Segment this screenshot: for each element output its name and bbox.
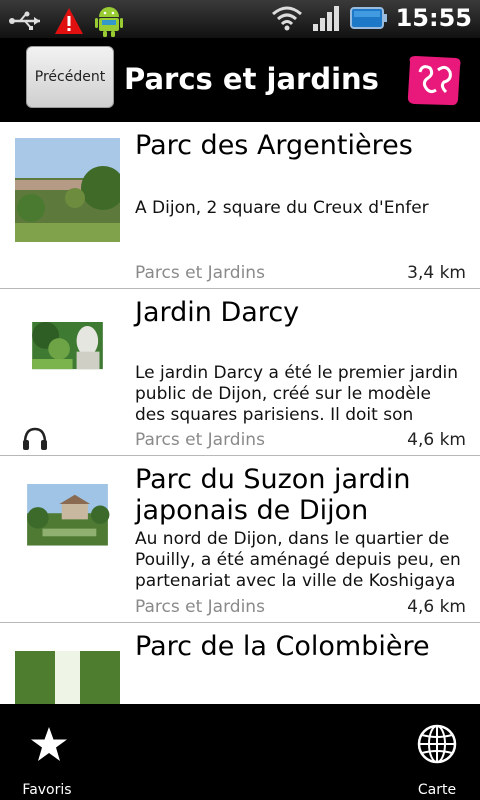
globe-icon <box>417 724 457 764</box>
list-item[interactable]: Jardin Darcy Le jardin Darcy a été le pr… <box>0 289 480 456</box>
place-thumbnail <box>32 322 103 370</box>
battery-icon <box>349 7 387 29</box>
back-button[interactable]: Précédent <box>26 46 114 108</box>
signal-icon <box>312 6 339 31</box>
status-time: 15:55 <box>395 4 472 32</box>
item-category: Parcs et Jardins <box>135 430 265 450</box>
item-distance: 4,6 km <box>407 597 466 617</box>
place-thumbnail <box>27 484 110 546</box>
item-title: Parc de la Colombière <box>135 631 430 662</box>
places-list[interactable]: Parc des Argentières A Dijon, 2 square d… <box>0 122 480 704</box>
bottom-bar: Favoris Carte <box>0 704 480 800</box>
item-title: Parc des Argentières <box>135 130 413 161</box>
item-description: Au nord de Dijon, dans le quartier de Po… <box>135 529 461 591</box>
item-category: Parcs et Jardins <box>135 597 265 617</box>
app-logo-icon[interactable] <box>404 52 464 108</box>
item-distance: 3,4 km <box>407 263 466 283</box>
list-item[interactable]: Parc du Suzon jardin japonais de Dijon A… <box>0 456 480 623</box>
place-thumbnail <box>15 138 120 242</box>
item-distance: 4,6 km <box>407 430 466 450</box>
map-button[interactable]: Carte <box>382 704 480 800</box>
map-label: Carte <box>417 782 457 798</box>
warning-icon <box>55 8 83 34</box>
item-description: Le jardin Darcy a été le premier jardin … <box>135 363 459 425</box>
item-title: Parc du Suzon jardin japonais de Dijon <box>135 464 411 526</box>
page-title: Parcs et jardins <box>124 62 379 96</box>
favorites-label: Favoris <box>22 782 72 798</box>
star-icon <box>31 727 67 761</box>
item-category: Parcs et Jardins <box>135 263 265 283</box>
item-description: A Dijon, 2 square du Creux d'Enfer <box>135 198 429 218</box>
android-icon <box>95 7 123 37</box>
favorites-button[interactable]: Favoris <box>0 704 102 800</box>
item-title: Jardin Darcy <box>135 297 300 328</box>
list-item[interactable]: Parc des Argentières A Dijon, 2 square d… <box>0 122 480 289</box>
title-bar: Précédent Parcs et jardins <box>0 38 480 122</box>
place-thumbnail <box>15 651 120 704</box>
usb-icon <box>9 11 40 30</box>
headphones-icon[interactable] <box>22 427 48 451</box>
wifi-icon <box>271 6 302 31</box>
list-item[interactable]: Parc de la Colombière <box>0 623 480 704</box>
status-bar: 15:55 <box>0 0 480 38</box>
